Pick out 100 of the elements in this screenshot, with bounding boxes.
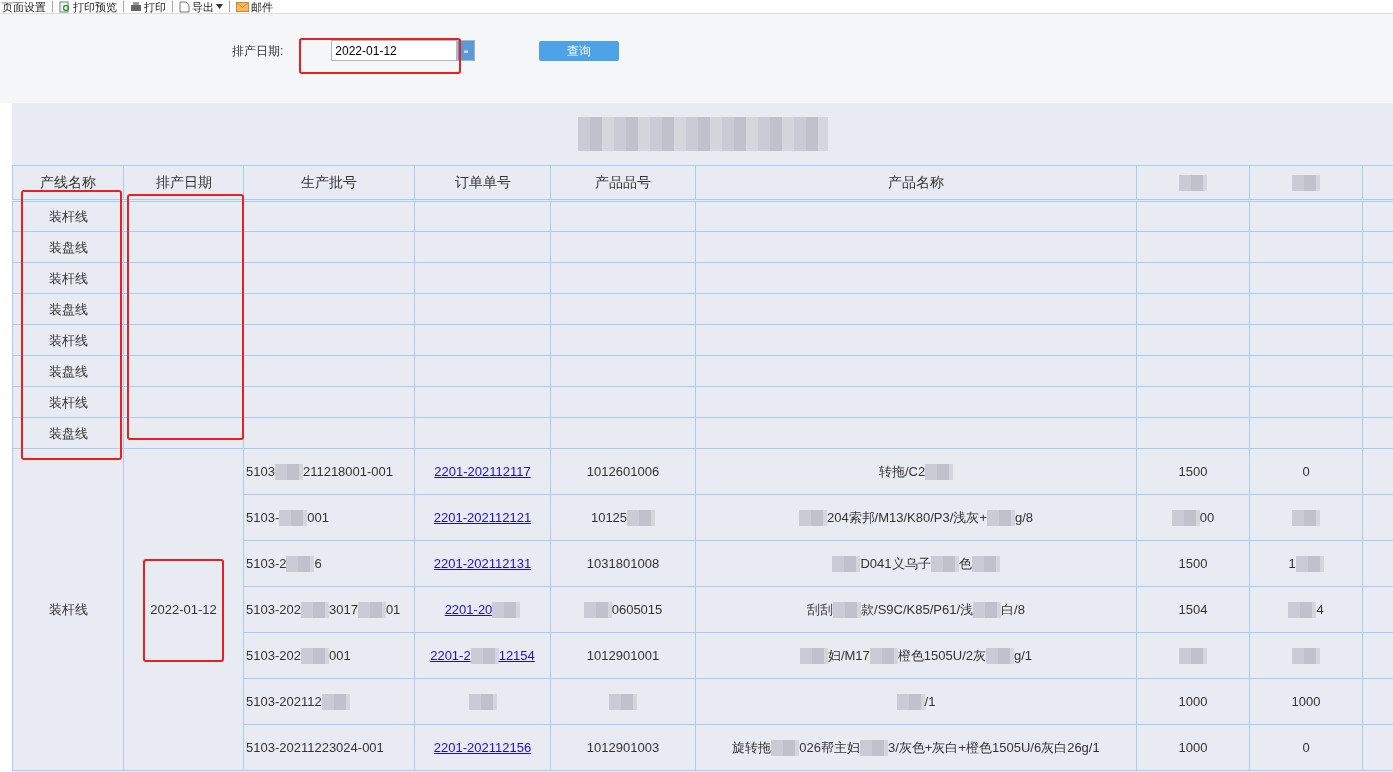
pixelated-redaction <box>896 694 925 711</box>
cell-text: 5103-202 <box>246 601 301 617</box>
pixelated-redaction <box>869 648 898 665</box>
pixelated-redaction <box>492 602 521 619</box>
cell-text: 装杆线 <box>48 270 88 286</box>
cell-text: 装杆线 <box>48 394 88 410</box>
toolbar-button[interactable]: 页面设置 <box>2 0 46 13</box>
cell-text: 刮刮 <box>807 601 834 617</box>
pixelated-redaction <box>833 602 862 619</box>
cell-text: 204索邦/M13/K80/P3/浅灰+ <box>826 509 987 525</box>
cell-text: 装盘线 <box>48 239 88 255</box>
cell-text: D041义乌子 <box>860 555 931 571</box>
cell-text: 款/S9C/K85/P61/浅 <box>861 601 974 617</box>
cell-text: 装盘线 <box>48 425 88 441</box>
pixelated-redaction <box>986 648 1014 665</box>
pixelated-redaction <box>357 602 386 619</box>
envelope-icon <box>236 1 249 12</box>
cell-text: 0 <box>1302 740 1310 755</box>
cell-text: 3/灰色+灰白+橙色1505U/6灰白26g/1 <box>888 739 1100 755</box>
field-label: 排产日期: <box>232 42 284 60</box>
cell-text: 1012901001 <box>586 648 660 663</box>
pixelated-redaction <box>627 510 656 527</box>
pixelated-redaction <box>930 556 959 573</box>
cell-text: 1500 <box>1178 464 1208 479</box>
pixelated-redaction <box>1288 602 1317 619</box>
date-field[interactable]: 2022-01-12 <box>331 40 458 61</box>
pixelated-redaction <box>300 602 329 619</box>
cell-text: 生产批号 <box>301 174 357 190</box>
cell-text: 产品名称 <box>888 174 944 190</box>
pixelated-redaction <box>971 556 1000 573</box>
cell-text: 4 <box>1316 601 1324 617</box>
cell-text: 00 <box>1199 509 1215 525</box>
order-link[interactable]: 2201-2 <box>430 647 471 663</box>
printer-icon <box>130 0 142 13</box>
pixelated-redaction <box>609 694 637 711</box>
cell-text: 旋转拖 <box>732 739 772 755</box>
pixelated-redaction <box>583 602 612 619</box>
cell-text: 白/8 <box>1001 601 1025 617</box>
cell-text: 装杆线 <box>48 602 88 617</box>
cell-text: 001 <box>328 647 351 663</box>
cell-text: 6 <box>314 555 322 571</box>
cell-text: 转拖/C2 <box>878 463 926 479</box>
pixelated-redaction <box>987 510 1015 527</box>
pixelated-redaction <box>973 602 1002 619</box>
pixelated-redaction <box>286 556 315 573</box>
pixelated-redaction <box>860 740 888 757</box>
toolbar-button[interactable]: 打印 <box>130 0 166 13</box>
cell-text: 装杆线 <box>48 332 88 348</box>
cell-text: 色 <box>958 555 972 571</box>
cell-text: 1000 <box>1178 740 1208 755</box>
pixelated-redaction <box>832 556 861 573</box>
cell-text: 1 <box>1288 555 1296 571</box>
pixelated-redaction <box>771 740 800 757</box>
cell-text: 5103-20211223024-001 <box>246 740 384 755</box>
cell-text: 1500 <box>1178 556 1208 571</box>
cell-text: 0605015 <box>611 601 663 617</box>
cell-text: 001 <box>307 509 329 525</box>
cell-text: g/8 <box>1015 509 1034 525</box>
cell-text: 装杆线 <box>48 209 88 224</box>
pixelated-redaction <box>470 648 499 665</box>
toolbar-button[interactable]: 邮件 <box>236 0 273 13</box>
cell-text: 026帮主妇 <box>799 739 860 755</box>
pixelated-redaction <box>798 510 827 527</box>
toolbar-button[interactable]: 打印预览 <box>59 0 117 13</box>
cell-text: 1012901003 <box>586 740 660 755</box>
cell-text: /1 <box>924 693 936 709</box>
cell-text: 211218001-001 <box>302 463 394 479</box>
cell-text: 1012601006 <box>586 464 660 479</box>
pixelated-redaction <box>1292 175 1320 192</box>
cell-text: 01 <box>385 601 401 617</box>
pixelated-redaction <box>1179 648 1207 665</box>
cell-text: 装盘线 <box>48 301 88 317</box>
cell-text: 1000 <box>1178 694 1208 709</box>
cell-text: 1504 <box>1178 602 1208 617</box>
cell-text: 排产日期 <box>155 174 212 190</box>
cell-text: 0 <box>1302 464 1310 479</box>
cell-text: 5103 <box>246 463 275 479</box>
pixelated-redaction <box>1292 510 1320 527</box>
pixelated-redaction <box>1295 556 1324 573</box>
cell-text: 产线名称 <box>40 174 96 190</box>
cell-text: 5103-202112 <box>246 693 322 709</box>
pixelated-redaction <box>300 648 329 665</box>
cell-text: 5103-202 <box>246 647 301 663</box>
pixelated-redaction <box>1179 175 1207 192</box>
toolbar-button[interactable]: 导出 <box>179 0 223 13</box>
pixelated-redaction <box>274 464 303 481</box>
cell-text: 5103-2 <box>246 555 287 571</box>
pixelated-redaction <box>279 510 308 527</box>
cell-text: 妇/M17 <box>827 647 870 663</box>
cell-text: 3017 <box>328 601 358 617</box>
pixelated-redaction <box>321 694 350 711</box>
cell-text: 产品品号 <box>595 174 651 190</box>
pixelated-redaction <box>468 694 497 711</box>
order-link[interactable]: 2201-20 <box>444 601 493 617</box>
cell-text: 装盘线 <box>48 363 88 379</box>
cell-text: 5103- <box>246 509 280 525</box>
cell-text: 1031801008 <box>586 556 660 571</box>
cell-text: 10125 <box>590 509 628 525</box>
order-link[interactable]: 12154 <box>498 647 535 663</box>
pixelated-redaction <box>1292 648 1320 665</box>
